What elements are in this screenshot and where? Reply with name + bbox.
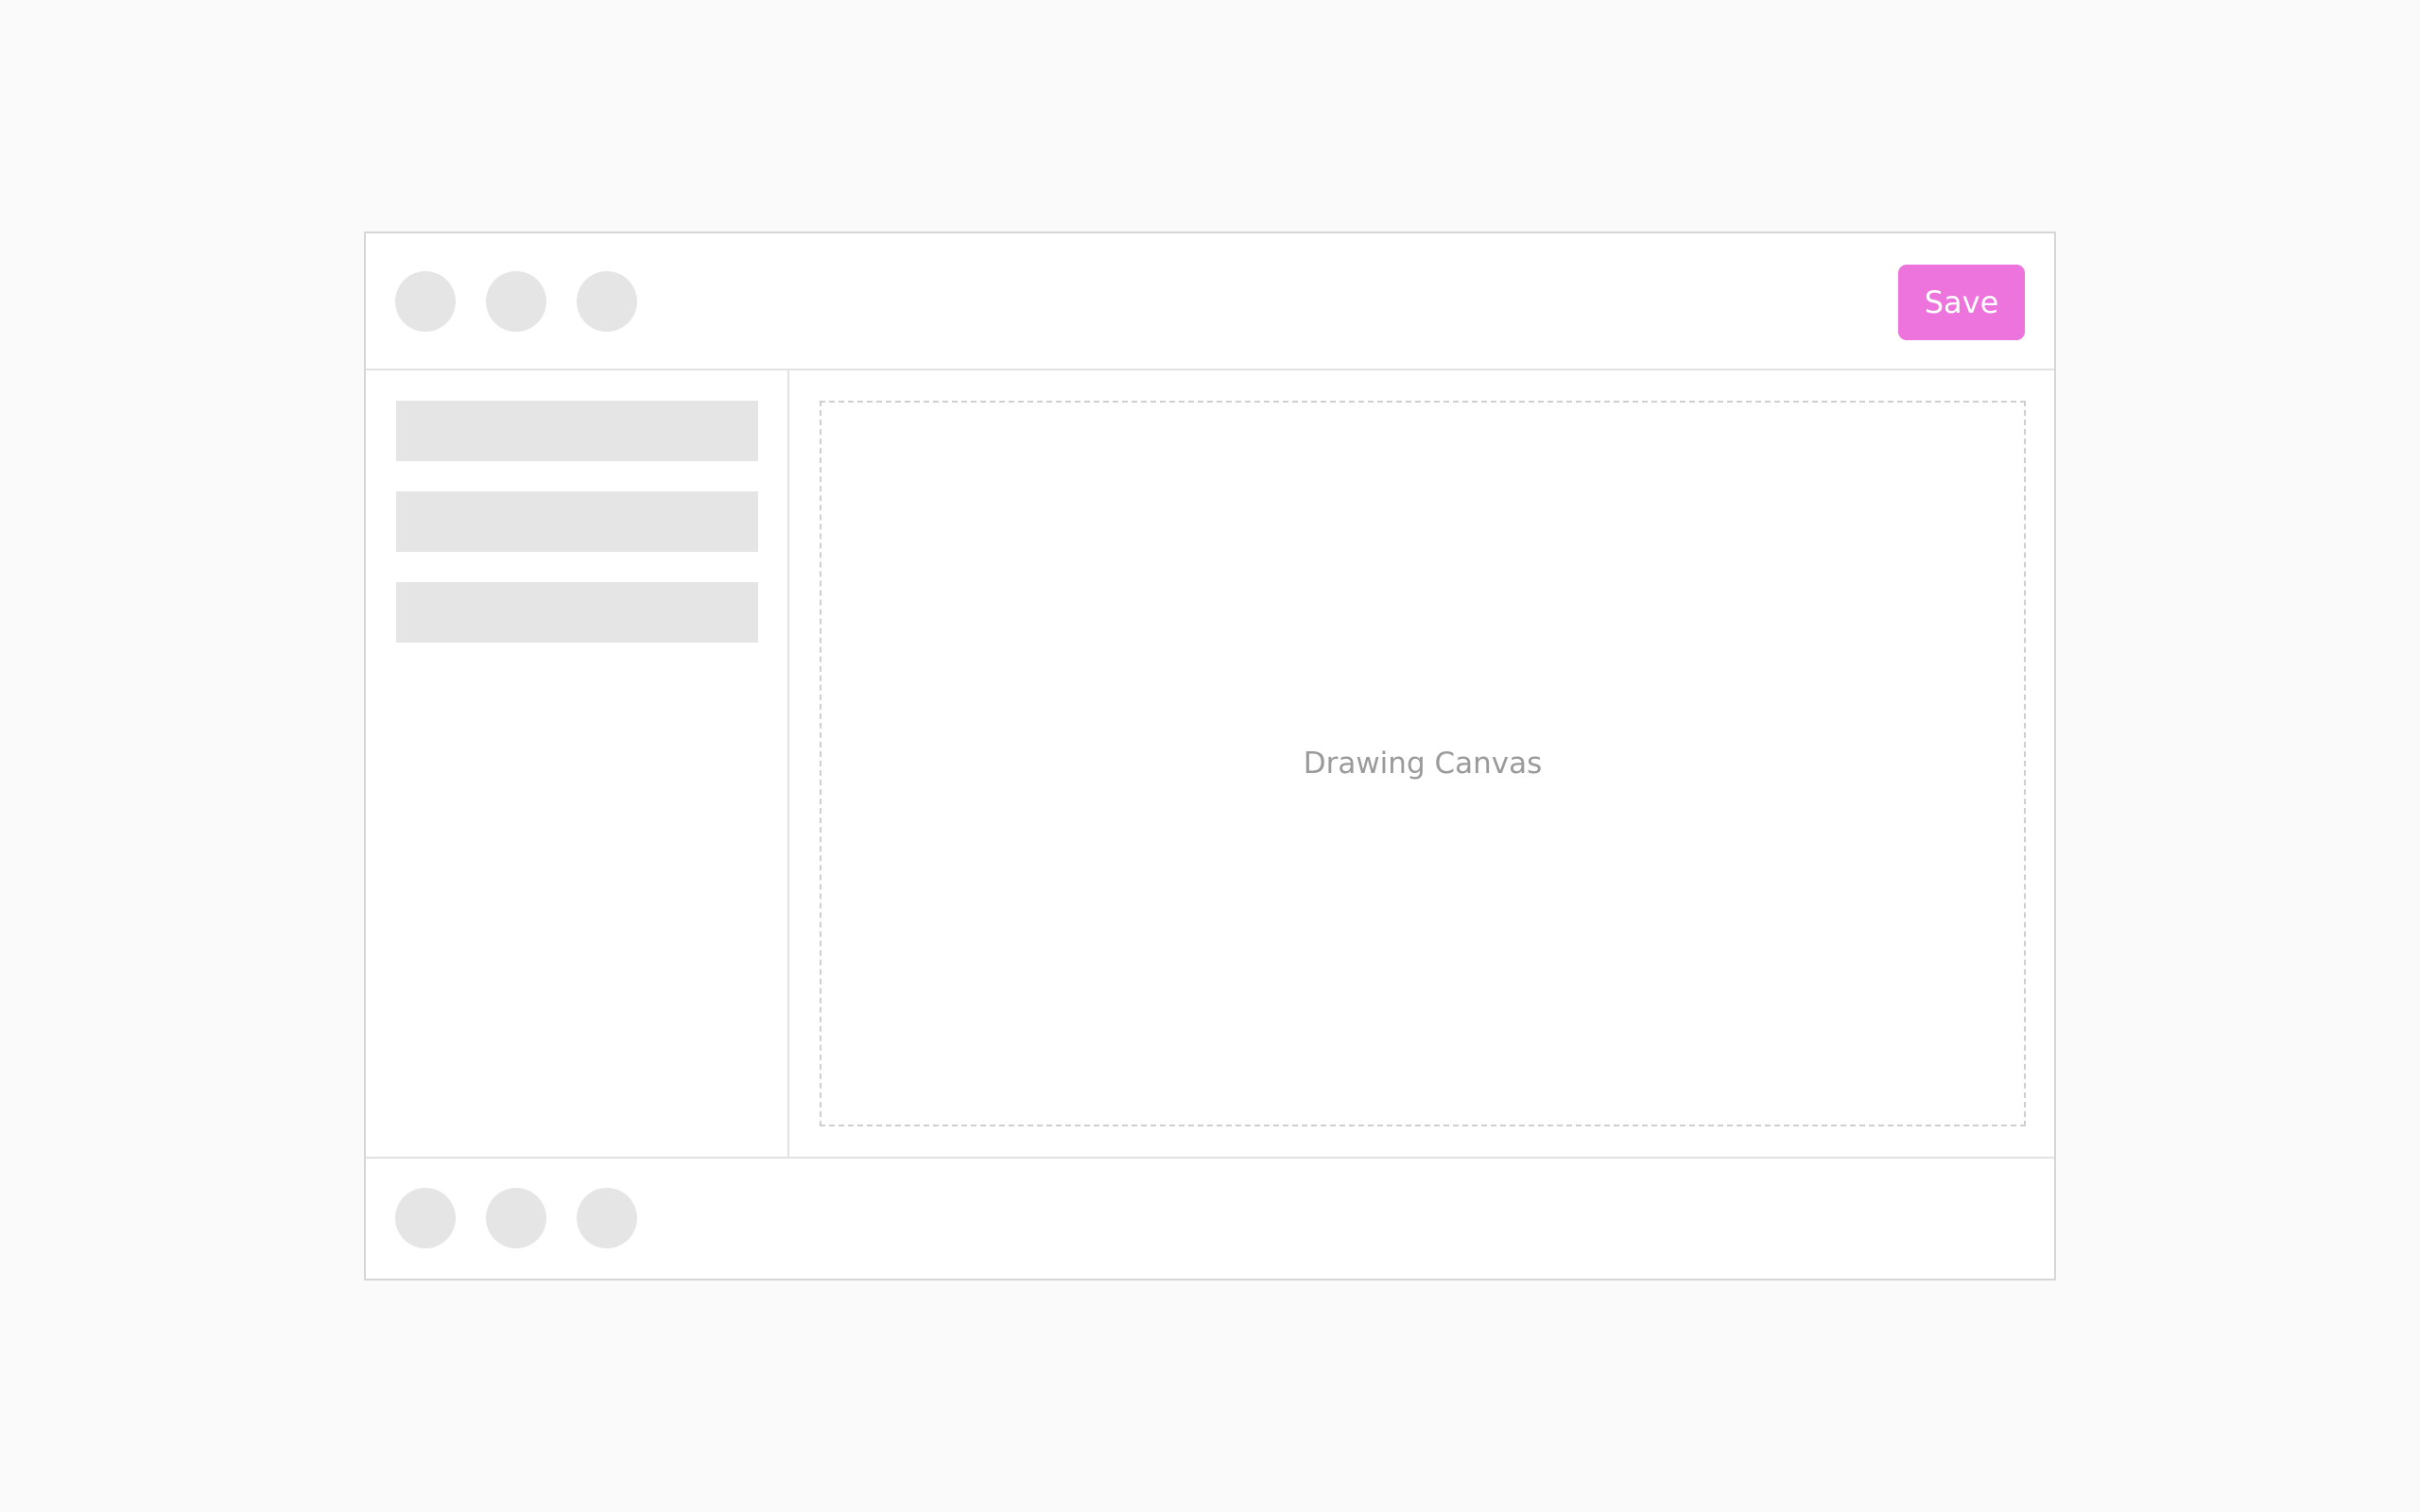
toolbar-tool-2-icon[interactable]: [486, 271, 546, 332]
sidebar-item-3[interactable]: [396, 582, 758, 643]
drawing-canvas[interactable]: Drawing Canvas: [820, 401, 2026, 1126]
toolbar-tool-1-icon[interactable]: [395, 271, 456, 332]
bottom-tool-1-icon[interactable]: [395, 1188, 456, 1248]
sidebar-item-2[interactable]: [396, 491, 758, 552]
save-button[interactable]: Save: [1898, 265, 2025, 340]
sidebar-item-1[interactable]: [396, 401, 758, 461]
bottom-tool-2-icon[interactable]: [486, 1188, 546, 1248]
toolbar-tool-3-icon[interactable]: [577, 271, 637, 332]
sidebar: [366, 370, 789, 1157]
bottom-toolbar: [366, 1157, 2054, 1279]
app-window: Save Drawing Canvas: [364, 232, 2056, 1280]
canvas-area: Drawing Canvas: [789, 370, 2054, 1157]
canvas-label: Drawing Canvas: [1303, 747, 1543, 781]
bottom-tool-3-icon[interactable]: [577, 1188, 637, 1248]
top-toolbar: Save: [366, 233, 2054, 370]
